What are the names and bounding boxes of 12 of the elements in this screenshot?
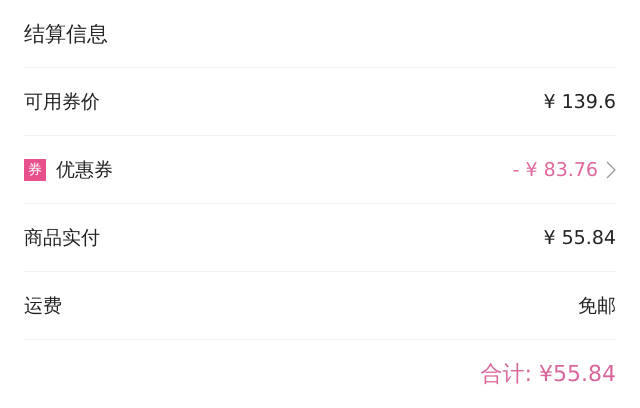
row-label: 优惠券 — [56, 158, 113, 182]
section-title: 结算信息 — [24, 20, 108, 48]
row-label: 商品实付 — [24, 226, 100, 250]
row-value: ¥ 55.84 — [543, 226, 616, 248]
row-label: 运费 — [24, 294, 62, 318]
row-value: ¥ 139.6 — [543, 90, 616, 112]
row-label: 可用券价 — [24, 90, 100, 114]
row-value: - ¥ 83.76 — [512, 158, 598, 180]
total-amount: 合计: ¥55.84 — [480, 361, 616, 389]
coupon-badge: 券 — [24, 158, 46, 180]
row-value: 免邮 — [578, 294, 616, 318]
chevron-icon[interactable] — [606, 160, 616, 180]
